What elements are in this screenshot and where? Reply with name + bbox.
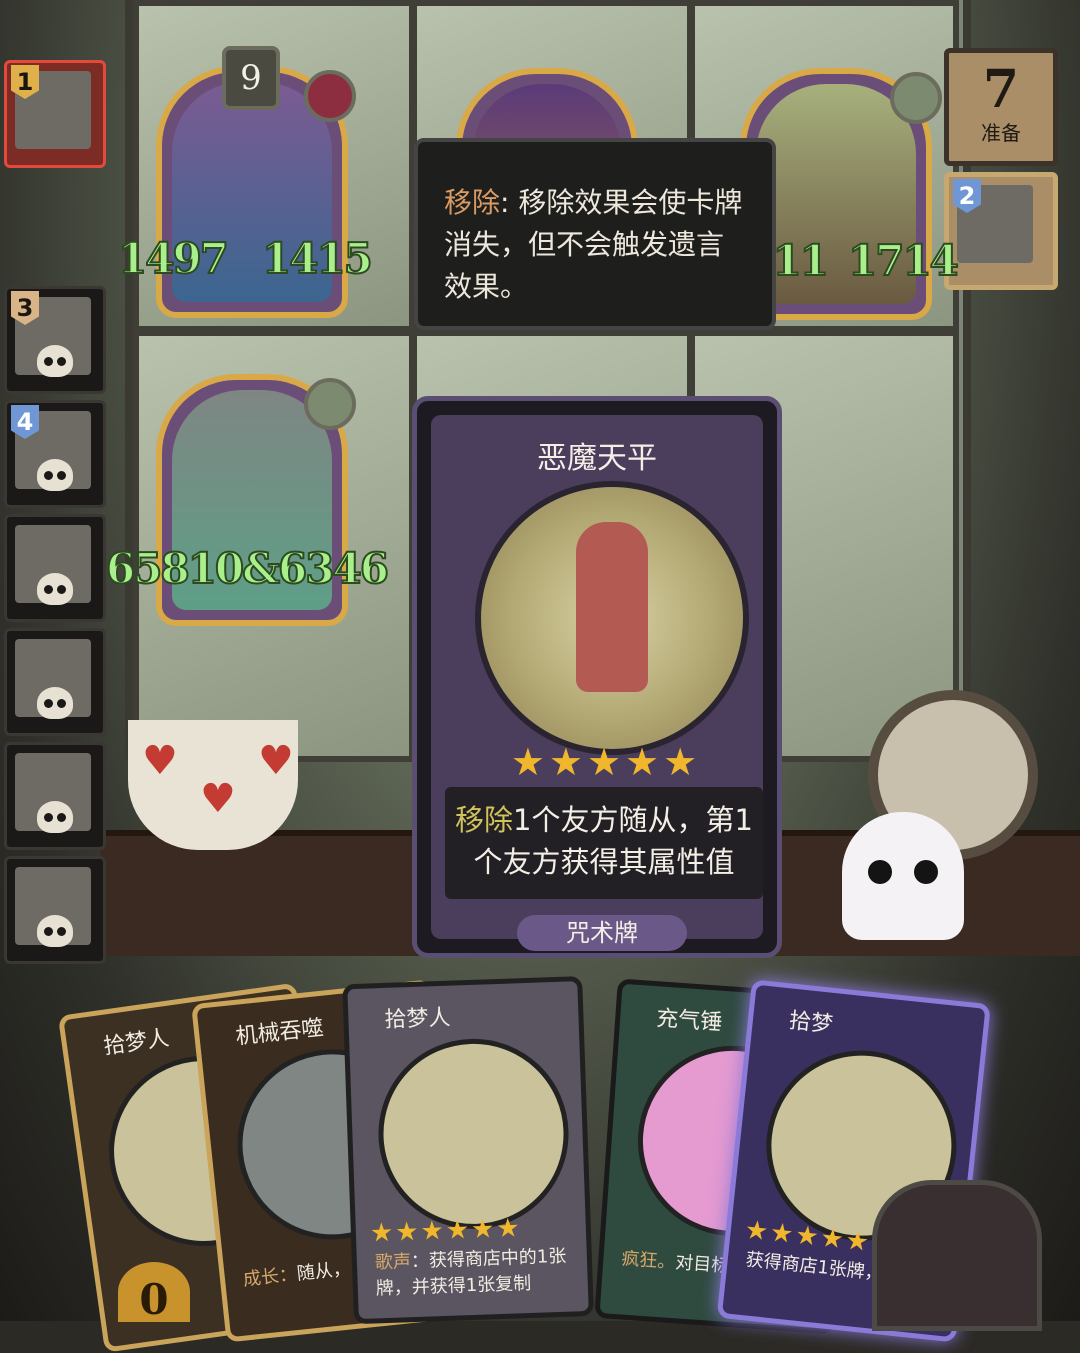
skull-icon: [37, 459, 73, 491]
spell-card[interactable]: 恶魔天平 ★★★★★ 移除1个友方随从，第1个友方获得其属性值 咒术牌: [412, 396, 782, 958]
spiral-icon: [304, 70, 356, 122]
skull-icon: [37, 345, 73, 377]
roster-slot-1[interactable]: 1: [4, 60, 106, 168]
card-stars: ★★★★★: [510, 740, 702, 784]
roster-slot-7[interactable]: [4, 742, 106, 850]
ghost-eye: [914, 860, 938, 884]
minion-health: 1415: [261, 233, 374, 284]
card-title: 恶魔天平: [537, 441, 657, 476]
card-keyword: 移除: [455, 803, 514, 837]
level-badge: 9: [222, 46, 280, 110]
hand-card-art: [375, 1035, 572, 1233]
roster-slot-5[interactable]: [4, 514, 106, 622]
ready-count: 7: [982, 59, 1020, 120]
hand-card-text: 歌声：获得商店中的1张牌，并获得1张复制: [374, 1245, 567, 1300]
card-description: 移除1个友方随从，第1个友方获得其属性值: [445, 787, 763, 899]
wrench-icon: [304, 378, 356, 430]
minion-stats: 65810&6346: [105, 543, 390, 594]
skull-icon: [37, 915, 73, 947]
ghost-eye: [868, 860, 892, 884]
minion-health: 1714: [847, 235, 960, 286]
ready-counter[interactable]: 7 准备: [944, 48, 1058, 166]
skull-icon: [37, 687, 73, 719]
tooltip-keyword: 移除: [444, 186, 501, 219]
skull-icon: [37, 573, 73, 605]
demon-icon: [576, 522, 648, 692]
roster-slot-8[interactable]: [4, 856, 106, 964]
keyword-tooltip: 移除: 移除效果会使卡牌消失，但不会触发遗言效果。: [414, 138, 776, 330]
ready-label: 准备: [981, 121, 1021, 145]
roster-slot-6[interactable]: [4, 628, 106, 736]
card-desc-text: 1个友方随从，第1个友方获得其属性值: [473, 803, 753, 879]
minion-attack: 1497: [117, 233, 230, 284]
card-frame: 恶魔天平 ★★★★★ 移除1个友方随从，第1个友方获得其属性值 咒术牌: [431, 415, 763, 951]
gold-counter: 0: [118, 1262, 190, 1324]
teacup-decoration: ♥ ♥ ♥: [128, 720, 298, 850]
hand-card-name: 机械吞噬: [234, 1015, 325, 1050]
roster-slot-3[interactable]: 3: [4, 286, 106, 394]
hand-card-name: 拾梦: [787, 1008, 835, 1038]
hero-portrait[interactable]: [872, 1180, 1042, 1331]
ghost-mascot[interactable]: [842, 812, 964, 940]
hand-card-stars: ★★★★★★: [369, 1213, 523, 1249]
roster-slot-4[interactable]: 4: [4, 400, 106, 508]
card-type: 咒术牌: [517, 915, 687, 951]
card-art: [475, 481, 749, 755]
hand-card-name: 充气锤: [655, 1006, 724, 1036]
wrench-icon: [890, 72, 942, 124]
hand-card-3[interactable]: 拾梦人 ★★★★★★ 歌声：获得商店中的1张牌，并获得1张复制: [342, 976, 594, 1325]
hand-card-name: 拾梦人: [384, 1005, 451, 1033]
hand-card-name: 拾梦人: [101, 1025, 171, 1060]
skull-icon: [37, 801, 73, 833]
roster-slot-2[interactable]: 2: [944, 172, 1058, 290]
